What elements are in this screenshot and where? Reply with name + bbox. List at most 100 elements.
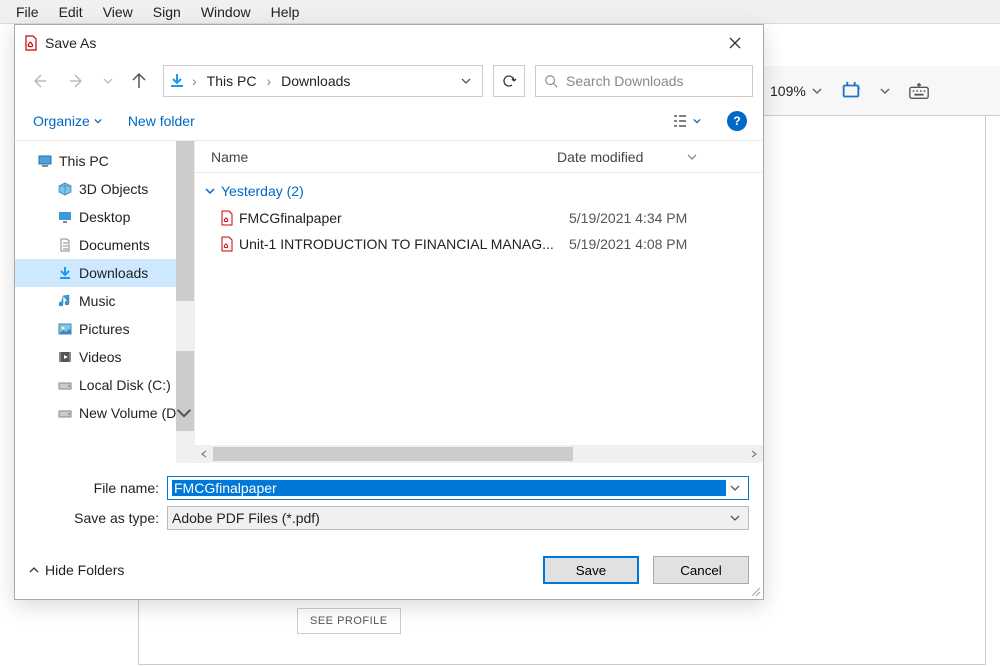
zoom-control[interactable]: 109% xyxy=(770,83,822,99)
tree-item-local-disk[interactable]: Local Disk (C:) xyxy=(15,371,194,399)
chevron-down-icon xyxy=(730,483,740,493)
tree-item-this-pc[interactable]: This PC xyxy=(15,147,194,175)
tree-item-new-volume[interactable]: New Volume (D:) xyxy=(15,399,194,427)
menu-view[interactable]: View xyxy=(95,2,141,22)
save-as-dialog: Save As › This PC › Downloads Search Dow… xyxy=(14,24,764,600)
file-name: FMCGfinalpaper xyxy=(239,210,569,226)
tree-item-pictures[interactable]: Pictures xyxy=(15,315,194,343)
tree-item-documents[interactable]: Documents xyxy=(15,231,194,259)
pdf-app-icon xyxy=(23,35,39,51)
fit-width-icon[interactable] xyxy=(840,80,862,102)
tree-item-music[interactable]: Music xyxy=(15,287,194,315)
menu-file[interactable]: File xyxy=(8,2,47,22)
chevron-down-icon xyxy=(730,513,740,523)
refresh-icon xyxy=(501,73,517,89)
refresh-button[interactable] xyxy=(493,65,525,97)
menu-window[interactable]: Window xyxy=(193,2,259,22)
see-profile-button[interactable]: SEE PROFILE xyxy=(297,608,401,634)
file-row[interactable]: FMCGfinalpaper 5/19/2021 4:34 PM xyxy=(195,205,763,231)
nav-row: › This PC › Downloads Search Downloads xyxy=(15,61,763,101)
tree-item-downloads[interactable]: Downloads xyxy=(15,259,194,287)
chevron-left-icon xyxy=(200,450,208,458)
computer-icon xyxy=(37,153,53,169)
filetype-dropdown[interactable] xyxy=(726,513,744,523)
organize-menu[interactable]: Organize xyxy=(33,113,102,129)
music-icon xyxy=(57,293,73,309)
arrow-right-icon xyxy=(68,72,86,90)
chevron-down-icon xyxy=(205,186,215,196)
breadcrumb-root[interactable]: This PC xyxy=(203,71,261,91)
zoom-value: 109% xyxy=(770,83,806,99)
search-input[interactable]: Search Downloads xyxy=(535,65,753,97)
file-list-pane: Name Date modified Yesterday (2) FMCGfin… xyxy=(195,141,763,463)
breadcrumb[interactable]: › This PC › Downloads xyxy=(163,65,483,97)
scrollbar-thumb[interactable] xyxy=(213,447,573,461)
videos-icon xyxy=(57,349,73,365)
keyboard-icon[interactable] xyxy=(908,80,930,102)
arrow-left-icon xyxy=(30,72,48,90)
scroll-left-button[interactable] xyxy=(195,445,213,463)
pdf-file-icon xyxy=(219,236,239,252)
breadcrumb-dropdown[interactable] xyxy=(454,76,478,86)
column-name[interactable]: Name xyxy=(211,149,557,165)
horizontal-scrollbar[interactable] xyxy=(195,445,763,463)
up-button[interactable] xyxy=(125,67,153,95)
tree-scrollbar-thumb[interactable] xyxy=(176,141,194,301)
tree-item-3d-objects[interactable]: 3D Objects xyxy=(15,175,194,203)
column-date[interactable]: Date modified xyxy=(557,149,763,165)
chevron-down-icon[interactable] xyxy=(176,405,192,421)
back-button[interactable] xyxy=(25,67,53,95)
drive-icon xyxy=(57,405,73,421)
file-row[interactable]: Unit-1 INTRODUCTION TO FINANCIAL MANAG..… xyxy=(195,231,763,257)
scroll-right-button[interactable] xyxy=(745,445,763,463)
filename-label: File name: xyxy=(29,480,159,496)
save-form: File name: FMCGfinalpaper Save as type: … xyxy=(15,463,763,541)
chevron-down-icon xyxy=(693,117,701,125)
view-options-button[interactable] xyxy=(671,112,701,130)
help-button[interactable]: ? xyxy=(727,111,747,131)
hide-folders-button[interactable]: Hide Folders xyxy=(29,562,124,578)
new-folder-button[interactable]: New folder xyxy=(128,113,195,129)
forward-button[interactable] xyxy=(63,67,91,95)
file-group-header[interactable]: Yesterday (2) xyxy=(195,173,763,205)
pdf-file-icon xyxy=(219,210,239,226)
search-placeholder: Search Downloads xyxy=(566,73,684,89)
dialog-title: Save As xyxy=(45,35,713,51)
filename-dropdown[interactable] xyxy=(726,483,744,493)
downloads-icon xyxy=(57,265,73,281)
chevron-down-icon[interactable] xyxy=(103,76,113,86)
breadcrumb-folder[interactable]: Downloads xyxy=(277,71,354,91)
menu-help[interactable]: Help xyxy=(263,2,308,22)
chevron-right-icon xyxy=(750,450,758,458)
chevron-up-icon xyxy=(29,565,39,575)
filename-value: FMCGfinalpaper xyxy=(172,480,726,496)
documents-icon xyxy=(57,237,73,253)
tree-item-videos[interactable]: Videos xyxy=(15,343,194,371)
dialog-toolbar: Organize New folder ? xyxy=(15,101,763,141)
app-toolbar: 109% xyxy=(760,66,1000,116)
filetype-label: Save as type: xyxy=(29,510,159,526)
close-button[interactable] xyxy=(713,27,757,59)
tree-item-desktop[interactable]: Desktop xyxy=(15,203,194,231)
arrow-up-icon xyxy=(130,72,148,90)
file-date: 5/19/2021 4:34 PM xyxy=(569,210,687,226)
filename-input[interactable]: FMCGfinalpaper xyxy=(167,476,749,500)
resize-grip[interactable] xyxy=(749,585,761,597)
view-list-icon xyxy=(671,112,689,130)
desktop-icon xyxy=(57,209,73,225)
chevron-down-icon xyxy=(812,86,822,96)
filetype-select[interactable]: Adobe PDF Files (*.pdf) xyxy=(167,506,749,530)
chevron-down-icon[interactable] xyxy=(880,86,890,96)
close-icon xyxy=(729,37,741,49)
folder-tree: This PC 3D Objects Desktop Documents Dow… xyxy=(15,141,195,463)
menu-sign[interactable]: Sign xyxy=(145,2,189,22)
file-name: Unit-1 INTRODUCTION TO FINANCIAL MANAG..… xyxy=(239,236,569,252)
downloads-location-icon xyxy=(168,72,186,90)
cancel-button[interactable]: Cancel xyxy=(653,556,749,584)
menu-edit[interactable]: Edit xyxy=(51,2,91,22)
chevron-right-icon: › xyxy=(264,73,273,89)
drive-icon xyxy=(57,377,73,393)
save-button[interactable]: Save xyxy=(543,556,639,584)
file-date: 5/19/2021 4:08 PM xyxy=(569,236,687,252)
resize-grip-icon xyxy=(749,585,761,597)
